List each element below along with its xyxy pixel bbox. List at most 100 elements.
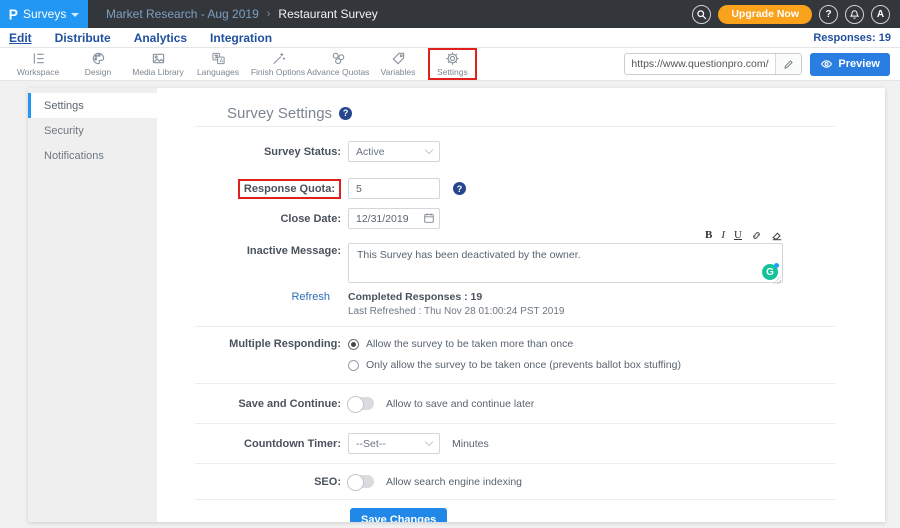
response-quota-annotation: Response Quota: [238,179,341,199]
chevron-down-icon [425,146,433,154]
sidebar-item-security[interactable]: Security [28,118,157,143]
response-quota-input[interactable] [348,178,440,199]
bold-button[interactable]: B [705,230,712,241]
advance-quotas-icon [331,51,346,66]
response-quota-label: Response Quota: [157,179,348,199]
breadcrumb-current-survey: Restaurant Survey [278,7,377,21]
settings-gear-icon [445,51,460,66]
sidebar-item-settings[interactable]: Settings [28,93,157,118]
underline-button[interactable]: U [734,230,742,241]
product-menu-label: Surveys [23,7,66,21]
pencil-icon [783,59,794,70]
finish-options-icon [271,51,286,66]
responses-count[interactable]: Responses: 19 [813,32,891,44]
completed-responses-text: Completed Responses : 19 [348,291,564,303]
refresh-link[interactable]: Refresh [291,291,330,303]
survey-status-value: Active [356,146,385,158]
breadcrumb: Market Research - Aug 2019 › Restaurant … [106,7,378,21]
survey-status-label: Survey Status: [157,146,348,158]
surveys-product-menu[interactable]: P Surveys [0,0,88,28]
close-date-label: Close Date: [157,213,348,225]
close-date-input[interactable] [348,208,440,229]
save-continue-text: Allow to save and continue later [386,398,534,410]
tab-distribute[interactable]: Distribute [55,31,111,45]
toolbar-item-finish-options[interactable]: Finish Options [248,50,308,78]
section-divider [195,463,835,464]
section-divider [195,383,835,384]
section-divider [195,499,835,500]
toolbar-label: Variables [381,67,416,77]
languages-icon: A [211,51,226,66]
countdown-timer-select[interactable]: --Set-- [348,433,440,454]
tab-integration[interactable]: Integration [210,31,272,45]
avatar-button[interactable]: A [871,5,890,24]
settings-main: Survey Settings ? Survey Status: Active … [157,88,885,522]
title-divider [195,126,835,127]
help-button[interactable]: ? [819,5,838,24]
toolbar-item-media-library[interactable]: Media Library [128,50,188,78]
toolbar-item-settings[interactable]: Settings [428,48,477,80]
top-navbar: P Surveys Market Research - Aug 2019 › R… [0,0,900,28]
topbar-actions: Upgrade Now ? A [692,5,890,24]
survey-status-select[interactable]: Active [348,141,440,162]
page-title: Survey Settings [227,105,332,122]
svg-text:A: A [219,58,223,64]
media-library-icon [151,51,166,66]
notifications-button[interactable] [845,5,864,24]
format-toolbar: B I U [348,229,783,241]
multiple-responding-label: Multiple Responding: [157,338,348,350]
toolbar-item-languages[interactable]: A Languages [188,50,248,78]
toolbar-item-advance-quotas[interactable]: Advance Quotas [308,50,368,78]
survey-url-group [624,53,802,75]
italic-button[interactable]: I [721,230,725,241]
seo-toggle[interactable] [348,475,374,488]
toolbar-item-workspace[interactable]: Workspace [8,50,68,78]
tab-edit[interactable]: Edit [9,31,32,45]
settings-sidebar: Settings Security Notifications [28,88,157,522]
seo-label: SEO: [157,476,348,488]
response-quota-help-icon[interactable]: ? [453,182,466,195]
tab-analytics[interactable]: Analytics [134,31,187,45]
survey-subnav: Edit Distribute Analytics Integration Re… [0,28,900,48]
workspace-icon [31,51,46,66]
design-icon [91,51,106,66]
toolbar-label: Finish Options [251,67,305,77]
toolbar-label: Languages [197,67,239,77]
search-icon [696,9,707,20]
toolbar-item-variables[interactable]: Variables [368,50,428,78]
radio-label: Allow the survey to be taken more than o… [366,338,573,350]
radio-take-once-only[interactable] [348,360,359,371]
toolbar-label: Settings [437,67,468,77]
edit-url-button[interactable] [775,53,801,75]
upgrade-now-button[interactable]: Upgrade Now [718,5,812,24]
link-button[interactable] [751,230,762,241]
toolbar-item-design[interactable]: Design [68,50,128,78]
inactive-message-label: Inactive Message: [157,229,348,257]
save-continue-label: Save and Continue: [157,398,348,410]
clear-format-button[interactable] [771,229,783,241]
last-refreshed-text: Last Refreshed : Thu Nov 28 01:00:24 PST… [348,306,564,317]
preview-label: Preview [838,58,880,70]
breadcrumb-folder[interactable]: Market Research - Aug 2019 [106,7,259,21]
sidebar-item-notifications[interactable]: Notifications [28,143,157,168]
section-divider [195,326,835,327]
save-continue-toggle[interactable] [348,397,374,410]
toolbar-label: Workspace [17,67,59,77]
grammarly-icon[interactable]: G [762,264,778,280]
survey-url-input[interactable] [625,54,775,74]
countdown-timer-label: Countdown Timer: [157,438,348,450]
radio-take-more-than-once[interactable] [348,339,359,350]
preview-button[interactable]: Preview [810,53,890,76]
inactive-message-textarea[interactable]: This Survey has been deactivated by the … [348,243,783,283]
save-changes-button[interactable]: Save Changes [350,508,447,522]
questionpro-logo-icon: P [9,7,18,22]
countdown-minutes-text: Minutes [452,438,489,450]
chevron-down-icon [425,438,433,446]
search-button[interactable] [692,5,711,24]
settings-help-icon[interactable]: ? [339,107,352,120]
bell-icon [849,9,860,20]
eye-icon [820,59,833,69]
toolbar-label: Advance Quotas [307,67,370,77]
caret-down-icon [71,13,79,17]
toolbar-label: Media Library [132,67,184,77]
